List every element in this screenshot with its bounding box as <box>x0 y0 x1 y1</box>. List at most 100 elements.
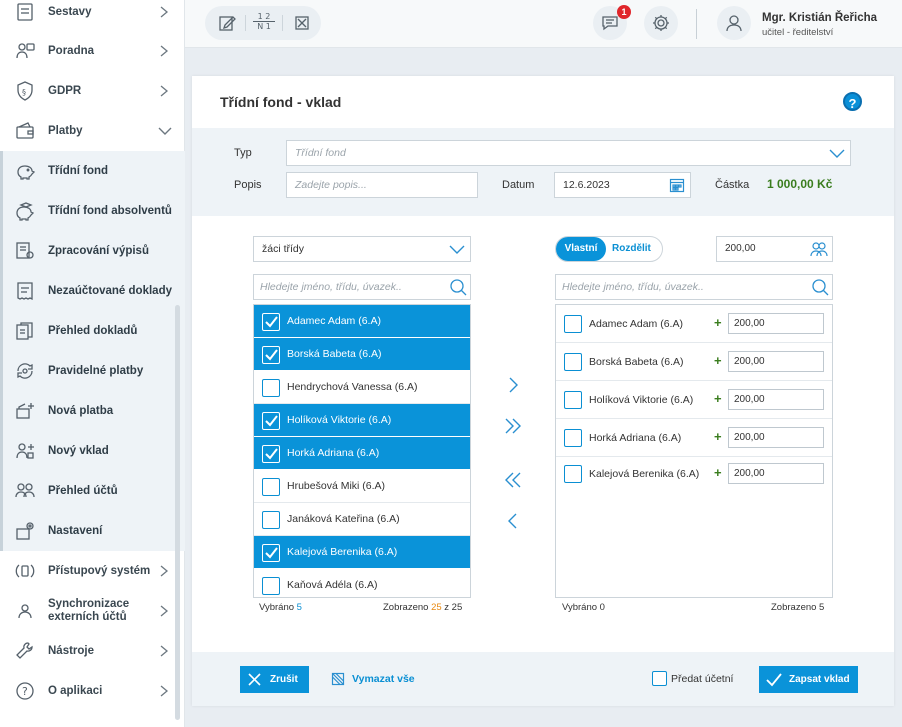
submit-deposit-button[interactable]: Zapsat vklad <box>759 666 858 693</box>
deposit-row[interactable]: Horká Adriana (6.A) +200,00 <box>556 419 832 457</box>
student-row[interactable]: Adamec Adam (6.A) <box>254 305 470 338</box>
student-row[interactable]: Kalejová Berenika (6.A) <box>254 536 470 569</box>
deposit-row[interactable]: Kalejová Berenika (6.A) +200,00 <box>556 457 832 495</box>
sidebar-item-nastroje[interactable]: Nástroje <box>0 631 185 671</box>
deposit-row[interactable]: Adamec Adam (6.A) +200,00 <box>556 305 832 343</box>
student-row[interactable]: Horká Adriana (6.A) <box>254 437 470 470</box>
student-row[interactable]: Kaňová Adéla (6.A) <box>254 569 470 597</box>
sidebar-item-prehled-dokladu[interactable]: Přehled dokladů <box>0 311 185 351</box>
right-search-input[interactable]: Hledejte jméno, třídu, úvazek.. <box>555 274 833 300</box>
row-amount-input[interactable]: 200,00 <box>728 427 824 448</box>
toggle-own[interactable]: Vlastní <box>556 237 606 261</box>
date-input[interactable]: 12.6.2023 <box>554 172 691 198</box>
student-filter-select[interactable]: žáci třídy <box>253 236 471 262</box>
bulk-amount-value: 200,00 <box>725 243 756 254</box>
group-users-icon[interactable] <box>809 239 829 259</box>
user-name[interactable]: Mgr. Kristián Řeřicha <box>762 12 877 24</box>
settings-button[interactable] <box>644 6 678 40</box>
description-input[interactable]: Zadejte popis... <box>286 172 478 198</box>
cancel-button[interactable]: Zrušit <box>240 666 309 693</box>
user-avatar[interactable] <box>717 6 751 40</box>
checkbox-unchecked[interactable] <box>262 511 280 529</box>
sidebar-item-tridni-fond-absolventu[interactable]: Třídní fond absolventů <box>0 191 185 231</box>
student-name: Kaňová Adéla (6.A) <box>287 579 378 591</box>
row-amount-input[interactable]: 200,00 <box>728 351 824 372</box>
sidebar-item-nastaveni[interactable]: Nastavení <box>0 511 185 551</box>
sidebar-item-sestavy[interactable]: Sestavy <box>0 0 185 32</box>
check-icon <box>766 672 782 687</box>
student-name: Horká Adriana (6.A) <box>287 447 380 459</box>
checkbox-checked[interactable] <box>262 313 280 331</box>
sidebar-item-nova-platba[interactable]: Nová platba <box>0 391 185 431</box>
checkbox-unchecked[interactable] <box>262 478 280 496</box>
sidebar-item-novy-vklad[interactable]: Nový vklad <box>0 431 185 471</box>
shown-label: Zobrazeno <box>383 602 429 613</box>
toggle-split[interactable]: Rozdělit <box>612 237 651 261</box>
clear-all-link[interactable]: Vymazat vše <box>352 673 415 685</box>
checkbox-checked[interactable] <box>262 544 280 562</box>
row-amount-input[interactable]: 200,00 <box>728 313 824 334</box>
distribution-toggle[interactable]: Vlastní Rozdělit <box>555 236 663 262</box>
sidebar-item-label: Přístupový systém <box>48 564 151 577</box>
pass-accountant-label[interactable]: Předat účetní <box>671 673 733 685</box>
checkbox-unchecked[interactable] <box>564 315 582 333</box>
student-name: Adamec Adam (6.A) <box>589 318 683 330</box>
type-select[interactable]: Třídní fond <box>286 140 851 166</box>
move-all-left-icon[interactable] <box>503 470 523 490</box>
checkbox-checked[interactable] <box>262 445 280 463</box>
search-icon[interactable] <box>449 278 467 296</box>
sidebar-item-label: Platby <box>48 124 83 137</box>
student-row[interactable]: Borská Babeta (6.A) <box>254 338 470 371</box>
move-all-right-icon[interactable] <box>503 416 523 436</box>
student-row[interactable]: Hendrychová Vanessa (6.A) <box>254 371 470 404</box>
sidebar-item-nezauctovane-doklady[interactable]: Nezaúčtované doklady <box>0 271 185 311</box>
sidebar-item-o-aplikaci[interactable]: ? O aplikaci <box>0 671 185 711</box>
chevron-right-icon <box>158 684 170 698</box>
move-left-icon[interactable] <box>503 511 523 531</box>
sidebar-item-gdpr[interactable]: § GDPR <box>0 71 185 111</box>
sidebar-item-platby[interactable]: Platby <box>0 111 185 151</box>
plus-icon: + <box>714 465 722 480</box>
sidebar-item-prehled-uctu[interactable]: Přehled účtů <box>0 471 185 511</box>
checkbox-unchecked[interactable] <box>564 353 582 371</box>
chevron-right-icon <box>158 564 170 578</box>
chat-icon <box>600 13 620 33</box>
checkbox-unchecked[interactable] <box>564 465 582 483</box>
clear-all-icon[interactable] <box>331 672 345 686</box>
move-right-icon[interactable] <box>503 375 523 395</box>
checkbox-checked[interactable] <box>262 346 280 364</box>
student-row[interactable]: Hrubešová Miki (6.A) <box>254 470 470 503</box>
page-title: Třídní fond - vklad <box>220 94 342 110</box>
help-icon[interactable]: ? <box>843 92 862 111</box>
checkbox-unchecked[interactable] <box>564 429 582 447</box>
close-box-icon[interactable] <box>291 12 313 34</box>
bulk-amount-input[interactable]: 200,00 <box>716 236 833 262</box>
gear-icon <box>651 13 671 33</box>
deposit-row[interactable]: Borská Babeta (6.A) +200,00 <box>556 343 832 381</box>
sync-accounts-icon <box>14 600 36 622</box>
search-icon[interactable] <box>811 278 829 296</box>
sidebar-item-synchronizace[interactable]: Synchronizace externích účtů <box>0 591 185 631</box>
student-row[interactable]: Janáková Kateřina (6.A) <box>254 503 470 536</box>
checkbox-unchecked[interactable] <box>262 379 280 397</box>
sidebar-item-pravidelne-platby[interactable]: Pravidelné platby <box>0 351 185 391</box>
left-search-input[interactable]: Hledejte jméno, třídu, úvazek.. <box>253 274 471 300</box>
calendar-icon[interactable] <box>669 177 685 193</box>
svg-text:§: § <box>22 88 26 97</box>
sidebar-item-poradna[interactable]: Poradna <box>0 31 185 71</box>
checkbox-unchecked[interactable] <box>564 391 582 409</box>
pass-accountant-checkbox[interactable] <box>652 671 667 686</box>
right-search-placeholder: Hledejte jméno, třídu, úvazek.. <box>562 281 704 293</box>
checkbox-checked[interactable] <box>262 412 280 430</box>
sidebar-item-zpracovani-vypisu[interactable]: Zpracování výpisů <box>0 231 185 271</box>
row-amount-input[interactable]: 200,00 <box>728 463 824 484</box>
numbering-icon[interactable]: 1 2N 1 <box>253 12 275 34</box>
student-row[interactable]: Holíková Viktorie (6.A) <box>254 404 470 437</box>
row-amount-input[interactable]: 200,00 <box>728 389 824 410</box>
checkbox-unchecked[interactable] <box>262 577 280 595</box>
sidebar-item-tridni-fond[interactable]: Třídní fond <box>0 151 185 191</box>
edit-icon[interactable] <box>216 12 238 34</box>
deposit-row[interactable]: Holíková Viktorie (6.A) +200,00 <box>556 381 832 419</box>
sidebar-item-pristupovy-system[interactable]: Přístupový systém <box>0 551 185 591</box>
sidebar-scrollbar[interactable] <box>175 305 180 720</box>
